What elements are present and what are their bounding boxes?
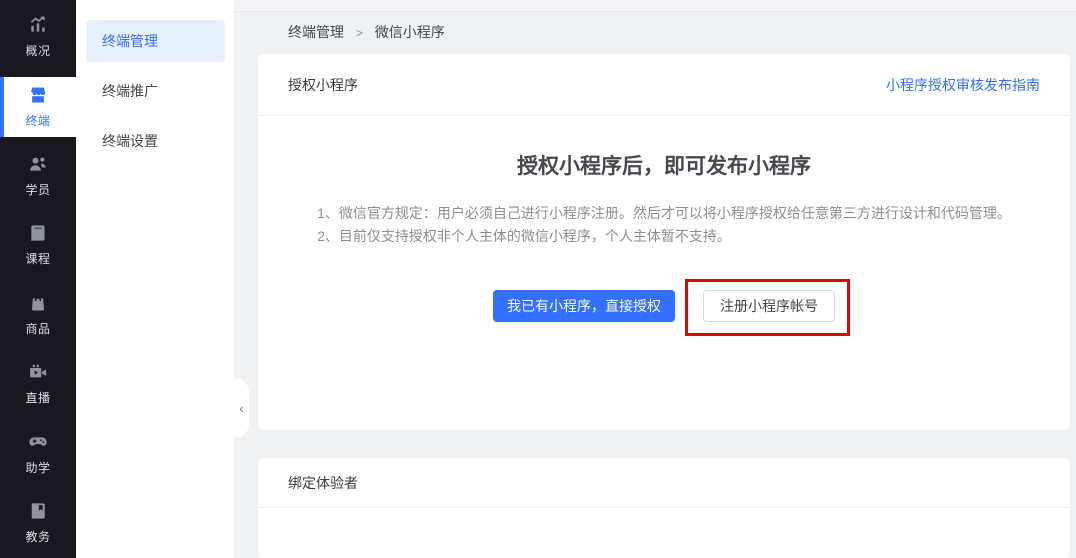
sidebar-item-courses[interactable]: 课程: [0, 211, 76, 280]
chevron-left-icon: ‹: [239, 400, 244, 416]
annotated-button-wrap: 注册小程序帐号: [685, 279, 850, 336]
submenu-item-terminal-promotion[interactable]: 终端推广: [86, 70, 225, 112]
submenu-item-terminal-management[interactable]: 终端管理: [86, 20, 225, 62]
sidebar-item-terminal[interactable]: 终端: [0, 77, 76, 138]
primary-sidebar: 概况 终端 学员 课程 商品 直播 助学 教务: [0, 0, 76, 558]
users-icon: [28, 154, 48, 174]
top-bar: [234, 0, 1076, 12]
storefront-icon: [28, 85, 48, 105]
secondary-sidebar: 终端管理 终端推广 终端设置: [76, 0, 234, 558]
bind-tester-card: 绑定体验者: [258, 458, 1070, 558]
sidebar-item-label: 课程: [25, 252, 51, 267]
sidebar-item-label: 教务: [25, 530, 51, 545]
authorize-notes: 1、微信官方规定：用户必须自己进行小程序注册。然后才可以将小程序授权给任意第三方…: [317, 202, 1011, 248]
card-title: 绑定体验者: [288, 474, 358, 491]
authorize-heading: 授权小程序后，即可发布小程序: [517, 155, 811, 178]
sidebar-item-label: 终端: [25, 114, 51, 129]
game-controller-icon: [28, 432, 48, 452]
submenu-item-terminal-settings[interactable]: 终端设置: [86, 120, 225, 162]
sidebar-collapse-handle[interactable]: ‹: [234, 378, 249, 438]
trend-chart-icon: [28, 15, 48, 35]
register-miniprogram-account-button[interactable]: 注册小程序帐号: [703, 290, 835, 322]
sidebar-item-goods[interactable]: 商品: [0, 280, 76, 349]
shopping-bag-icon: [28, 293, 48, 313]
main-area: 终端管理 > 微信小程序 授权小程序 小程序授权审核发布指南 授权小程序后，即可…: [234, 0, 1076, 558]
card-header: 绑定体验者: [258, 458, 1070, 508]
breadcrumb-item-terminal-management[interactable]: 终端管理: [288, 24, 344, 40]
sidebar-item-students[interactable]: 学员: [0, 141, 76, 210]
content-area: 终端管理 > 微信小程序 授权小程序 小程序授权审核发布指南 授权小程序后，即可…: [234, 12, 1076, 558]
sidebar-item-live[interactable]: 直播: [0, 350, 76, 419]
note-line: 2、目前仅支持授权非个人主体的微信小程序，个人主体暂不支持。: [317, 228, 731, 244]
sidebar-item-label: 助学: [25, 460, 51, 475]
audit-publish-guide-link[interactable]: 小程序授权审核发布指南: [886, 75, 1040, 95]
app-window: 概况 终端 学员 课程 商品 直播 助学 教务 终端管理 终端推广 终端设置 终…: [0, 0, 1076, 558]
sidebar-item-study-aid[interactable]: 助学: [0, 419, 76, 488]
card-title: 授权小程序: [288, 76, 358, 93]
note-line: 1、微信官方规定：用户必须自己进行小程序注册。然后才可以将小程序授权给任意第三方…: [317, 205, 1011, 221]
card-header: 授权小程序 小程序授权审核发布指南: [258, 54, 1070, 116]
breadcrumb-separator-icon: >: [355, 26, 363, 40]
book-icon: [28, 223, 48, 243]
authorize-miniprogram-card: 授权小程序 小程序授权审核发布指南 授权小程序后，即可发布小程序 1、微信官方规…: [258, 54, 1070, 430]
sidebar-item-label: 学员: [25, 182, 51, 197]
card-body: 授权小程序后，即可发布小程序 1、微信官方规定：用户必须自己进行小程序注册。然后…: [258, 116, 1070, 430]
video-camera-icon: [28, 362, 48, 382]
sidebar-item-label: 商品: [25, 321, 51, 336]
notebook-icon: [28, 501, 48, 521]
card-body: [258, 508, 1070, 558]
sidebar-item-academics[interactable]: 教务: [0, 488, 76, 557]
breadcrumb: 终端管理 > 微信小程序: [288, 22, 1070, 42]
sidebar-item-label: 直播: [25, 391, 51, 406]
breadcrumb-item-wechat-miniprogram: 微信小程序: [374, 24, 445, 40]
authorize-existing-miniprogram-button[interactable]: 我已有小程序，直接授权: [493, 290, 675, 322]
sidebar-item-label: 概况: [25, 43, 51, 58]
action-button-row: 我已有小程序，直接授权 注册小程序帐号: [288, 279, 1040, 336]
sidebar-item-overview[interactable]: 概况: [0, 2, 76, 71]
